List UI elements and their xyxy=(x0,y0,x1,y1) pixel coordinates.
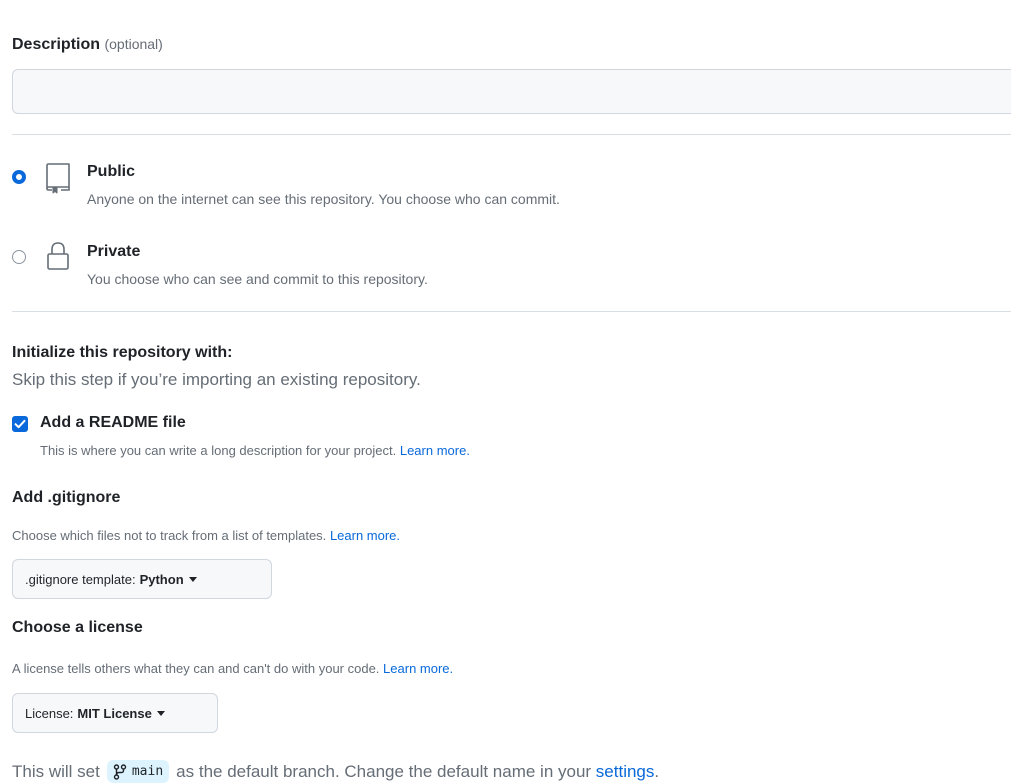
footer-middle: as the default branch. Change the defaul… xyxy=(176,761,592,781)
license-learn-more-link[interactable]: Learn more. xyxy=(383,661,453,676)
readme-checkbox[interactable] xyxy=(12,416,28,432)
create-repository-form: Description (optional) Public Anyone on … xyxy=(0,0,1011,784)
gitignore-description-text: Choose which files not to track from a l… xyxy=(12,528,327,543)
lock-icon xyxy=(47,242,69,270)
license-dropdown[interactable]: License: MIT License xyxy=(12,693,218,733)
public-description: Anyone on the internet can see this repo… xyxy=(87,191,560,207)
git-branch-icon xyxy=(113,763,127,780)
readme-learn-more-link[interactable]: Learn more. xyxy=(400,443,470,458)
initialize-title: Initialize this repository with: xyxy=(12,344,233,361)
gitignore-dropdown-label: .gitignore template: xyxy=(25,571,136,587)
readme-description-text: This is where you can write a long descr… xyxy=(40,443,397,458)
private-title: Private xyxy=(87,243,141,260)
repo-icon xyxy=(46,163,70,194)
footer-suffix: . xyxy=(654,761,660,781)
branch-pill: main xyxy=(106,760,170,783)
license-description-text: A license tells others what they can and… xyxy=(12,661,380,676)
private-radio[interactable] xyxy=(12,250,26,264)
gitignore-description: Choose which files not to track from a l… xyxy=(12,528,400,543)
description-label-text: Description xyxy=(12,36,101,53)
initialize-subtitle: Skip this step if you’re importing an ex… xyxy=(12,370,421,389)
branch-name: main xyxy=(131,764,164,779)
settings-link[interactable]: settings xyxy=(596,762,655,782)
divider xyxy=(12,311,1011,312)
caret-down-icon xyxy=(156,710,165,716)
license-dropdown-value: MIT License xyxy=(77,705,152,721)
check-icon xyxy=(14,419,26,429)
public-radio[interactable] xyxy=(12,170,26,184)
readme-description: This is where you can write a long descr… xyxy=(40,443,470,458)
gitignore-dropdown-value: Python xyxy=(139,571,184,587)
readme-title: Add a README file xyxy=(40,414,186,431)
gitignore-learn-more-link[interactable]: Learn more. xyxy=(330,528,400,543)
footer-prefix: This will set xyxy=(12,761,100,781)
license-description: A license tells others what they can and… xyxy=(12,661,453,676)
public-title: Public xyxy=(87,163,136,180)
description-optional-text: (optional) xyxy=(104,36,163,52)
gitignore-template-dropdown[interactable]: .gitignore template: Python xyxy=(12,559,272,599)
default-branch-note: This will set main as the default branch… xyxy=(12,760,659,783)
divider xyxy=(12,134,1011,135)
caret-down-icon xyxy=(188,576,197,582)
license-title: Choose a license xyxy=(12,619,143,636)
license-dropdown-label: License: xyxy=(25,705,74,721)
description-input[interactable] xyxy=(12,69,1011,114)
description-label: Description (optional) xyxy=(12,36,163,54)
private-description: You choose who can see and commit to thi… xyxy=(87,271,428,287)
gitignore-title: Add .gitignore xyxy=(12,489,121,506)
